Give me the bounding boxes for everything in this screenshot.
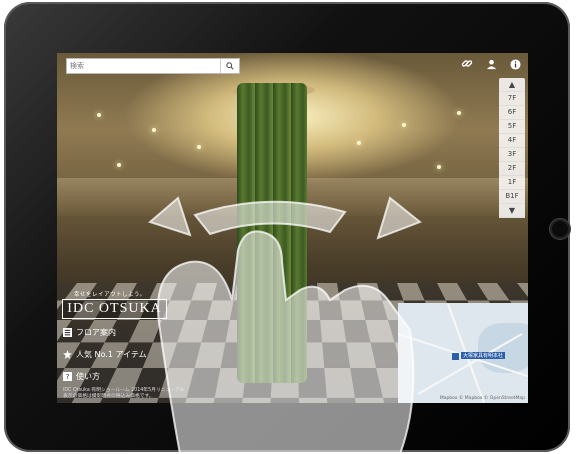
map-location-label: 大塚家具有明本社 <box>461 352 506 359</box>
footer-line-2: 表示の価格は撮影時点の税込み価格です。 <box>63 394 154 399</box>
person-icon <box>486 59 496 69</box>
account-button[interactable] <box>484 57 498 71</box>
floor-5f[interactable]: 5F <box>499 120 525 134</box>
side-menu: フロア案内 人気 No.1 アイテム ? 使い方 <box>62 321 182 387</box>
menu-item-floor-guide[interactable]: フロア案内 <box>62 321 182 343</box>
floor-guide-icon <box>62 327 72 337</box>
info-button[interactable] <box>508 57 522 71</box>
map-attribution[interactable]: Mapbox © Mapbox © OpenStreetMap <box>440 396 525 401</box>
floor-4f[interactable]: 4F <box>499 134 525 148</box>
menu-item-label: 使い方 <box>76 371 100 381</box>
footer-notes: IDC Otsuka 有明ショールーム 2014年5月リニューアル 表示の価格は… <box>63 388 223 400</box>
svg-text:?: ? <box>65 372 69 381</box>
link-button[interactable] <box>460 57 474 71</box>
home-button[interactable] <box>549 218 571 240</box>
floor-2f[interactable]: 2F <box>499 162 525 176</box>
menu-item-label: 人気 No.1 アイテム <box>76 349 147 359</box>
search-button[interactable] <box>220 59 239 73</box>
menu-item-popular[interactable]: 人気 No.1 アイテム <box>62 343 182 365</box>
link-icon <box>461 60 473 67</box>
brand-block: 幸せをレイアウトしよう。 IDC OTSUKA <box>62 290 167 319</box>
help-icon: ? <box>62 371 72 381</box>
search-box <box>66 58 240 74</box>
menu-item-label: フロア案内 <box>76 327 116 337</box>
search-input[interactable] <box>67 60 221 72</box>
panorama-viewer[interactable]: ▲ 7F 6F 5F 4F 3F 2F 1F B1F ▼ 幸せをレイアウトしよう… <box>57 53 528 403</box>
mini-map[interactable]: 大塚家具有明本社 Mapbox © Mapbox © OpenStreetMap <box>398 303 528 403</box>
top-toolbar <box>460 57 522 71</box>
floor-up-button[interactable]: ▲ <box>499 78 525 92</box>
floor-7f[interactable]: 7F <box>499 92 525 106</box>
popular-item-icon <box>62 349 72 359</box>
search-icon <box>226 62 234 70</box>
floor-3f[interactable]: 3F <box>499 148 525 162</box>
menu-item-help[interactable]: ? 使い方 <box>62 365 182 387</box>
floor-down-button[interactable]: ▼ <box>499 204 525 218</box>
info-icon <box>509 58 521 70</box>
location-marker-icon[interactable] <box>452 353 459 360</box>
floor-selector: ▲ 7F 6F 5F 4F 3F 2F 1F B1F ▼ <box>499 78 525 218</box>
brand-tagline: 幸せをレイアウトしよう。 <box>74 292 146 298</box>
map-water <box>478 323 528 373</box>
floor-1f[interactable]: 1F <box>499 176 525 190</box>
floor-6f[interactable]: 6F <box>499 106 525 120</box>
brand-logo[interactable]: IDC OTSUKA <box>62 299 167 319</box>
floor-b1f[interactable]: B1F <box>499 190 525 204</box>
